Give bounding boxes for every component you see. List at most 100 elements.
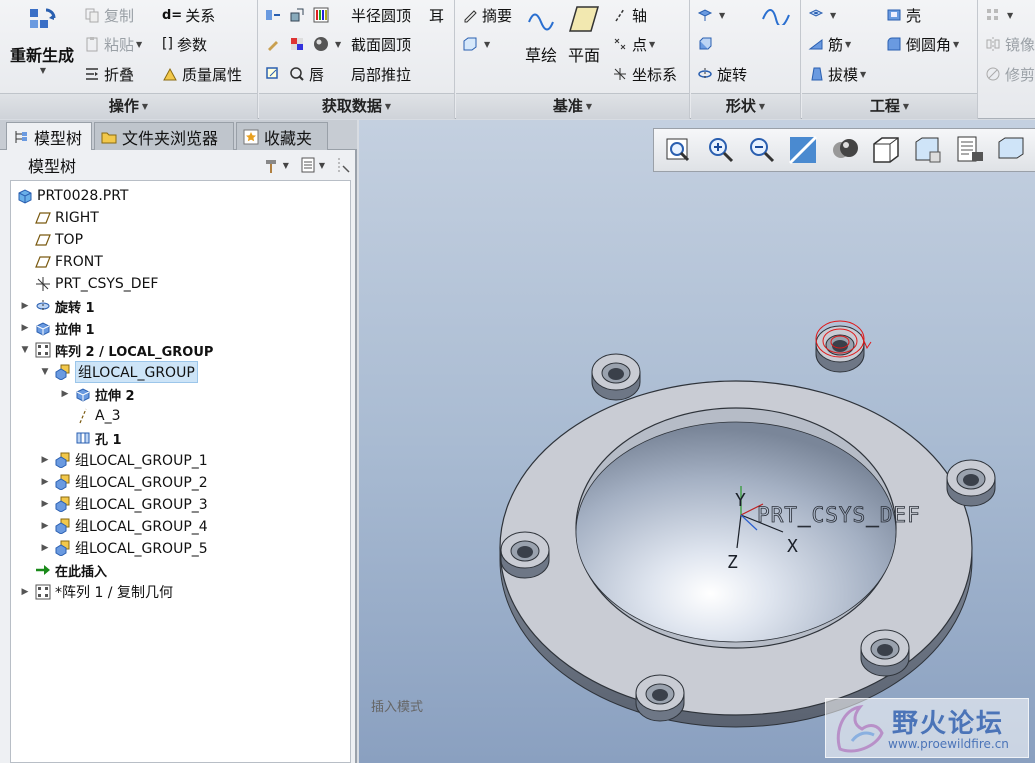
tree-item[interactable]: ▶ 组LOCAL_GROUP_3	[39, 493, 208, 515]
tree-item[interactable]: ▶ *阵列 1 / 复制几何	[19, 581, 173, 603]
tree-expander-icon[interactable]: ▼	[19, 345, 31, 355]
revolve-button[interactable]: 旋转	[697, 62, 747, 86]
shell-button[interactable]: 壳	[886, 3, 921, 27]
tree-expander-icon[interactable]: ▶	[59, 389, 71, 399]
tree-item[interactable]: A_3	[59, 405, 120, 427]
tree-expander-icon[interactable]: ▶	[19, 301, 31, 311]
extrude-tool-button[interactable]: ▼	[697, 3, 725, 27]
tab-folder-browser[interactable]: 文件夹浏览器	[94, 122, 234, 150]
section-dome-button[interactable]: 截面圆顶	[351, 32, 411, 56]
axis-button[interactable]: 轴	[612, 3, 647, 27]
summary-button[interactable]: 摘要	[462, 3, 512, 27]
sketch-button[interactable]: 草绘	[524, 4, 558, 66]
tab-favorites[interactable]: 收藏夹	[236, 122, 328, 150]
point-dropdown-icon[interactable]: ▼	[649, 40, 655, 49]
tab-model-tree[interactable]: 模型树	[6, 122, 92, 150]
getdata-tool-5[interactable]	[289, 32, 309, 56]
tree-settings-dropdown-icon[interactable]: ▼	[283, 161, 289, 170]
tree-expander-icon[interactable]: ▶	[19, 587, 31, 597]
datum-box-dropdown-icon[interactable]: ▼	[484, 40, 490, 49]
tree-item[interactable]: ▶ 旋转 1	[19, 295, 95, 317]
tree-expander-icon[interactable]: ▶	[39, 521, 51, 531]
hole-tool-dropdown-icon[interactable]: ▼	[830, 11, 836, 20]
tree-item[interactable]: ▶ 组LOCAL_GROUP_2	[39, 471, 208, 493]
pattern-tool-dropdown-icon[interactable]: ▼	[1007, 11, 1013, 20]
color-palette-icon	[313, 7, 329, 23]
watermark-logo-icon	[836, 705, 884, 753]
group-label-engineering[interactable]: 工程 ▼	[802, 93, 977, 119]
ribbon-group-shape: ▼ 旋转 形状 ▼	[691, 0, 801, 119]
group-label-operations[interactable]: 操作 ▼	[0, 93, 257, 119]
group-label-datum[interactable]: 基准 ▼	[456, 93, 689, 119]
mass-properties-button[interactable]: 质量属性	[162, 62, 242, 86]
getdata-tool-7[interactable]	[265, 62, 285, 86]
tree-filter-button[interactable]	[335, 156, 353, 174]
getdata-tool-6[interactable]: ▼	[313, 32, 341, 56]
tree-item[interactable]: ▶ 组LOCAL_GROUP_5	[39, 537, 208, 559]
getdata-tool-4[interactable]	[265, 32, 285, 56]
tree-item[interactable]: PRT_CSYS_DEF	[19, 273, 158, 295]
paste-button[interactable]: 粘贴 ▼	[84, 32, 142, 56]
tree-item[interactable]: TOP	[19, 229, 83, 251]
rib-button[interactable]: 筋 ▼	[808, 32, 851, 56]
tree-item[interactable]: ▶ 组LOCAL_GROUP_1	[39, 449, 208, 471]
sweep-tool-button[interactable]	[761, 3, 795, 27]
datum-tool-box[interactable]: ▼	[462, 32, 490, 56]
radius-dome-button[interactable]: 半径圆顶	[351, 3, 411, 27]
blend-tool-button[interactable]	[697, 32, 717, 56]
relations-button[interactable]: d= 关系	[162, 3, 215, 27]
group-label-shape[interactable]: 形状 ▼	[691, 93, 800, 119]
plane-button[interactable]: 平面	[564, 4, 604, 66]
tree-item[interactable]: 孔 1	[59, 427, 122, 449]
extrude-tool-dropdown-icon[interactable]: ▼	[719, 11, 725, 20]
lip-button[interactable]: 唇	[289, 62, 324, 86]
mirror-button[interactable]: 镜像	[985, 32, 1035, 56]
tree-item[interactable]: ▶ 拉伸 2	[59, 383, 135, 405]
tree-expander-icon[interactable]: ▶	[39, 543, 51, 553]
round-label: 倒圆角	[906, 35, 952, 54]
round-dropdown-icon[interactable]: ▼	[953, 40, 959, 49]
tab-favorites-label: 收藏夹	[264, 128, 313, 148]
copy-label: 复制	[104, 6, 135, 25]
trim-button[interactable]: 修剪	[985, 62, 1035, 86]
regenerate-dropdown-icon[interactable]: ▼	[40, 66, 46, 75]
tree-show-button[interactable]: ▼	[299, 156, 325, 174]
tree-item[interactable]: PRT0028.PRT	[13, 185, 129, 207]
tree-expander-icon[interactable]: ▶	[39, 499, 51, 509]
paste-dropdown-icon[interactable]: ▼	[136, 40, 142, 49]
tree-item[interactable]: ▶ 组LOCAL_GROUP_4	[39, 515, 208, 537]
regenerate-button[interactable]: 重新生成 ▼	[6, 4, 78, 75]
tree-item[interactable]: RIGHT	[19, 207, 99, 229]
copy-button[interactable]: 复制	[84, 3, 134, 27]
ear-button[interactable]: 耳	[429, 3, 444, 27]
parameters-button[interactable]: [] 参数	[162, 32, 207, 56]
tree-expander-icon[interactable]: ▼	[39, 367, 51, 377]
tree-settings-button[interactable]: ▼	[263, 156, 289, 174]
tree-item[interactable]: ▼ 阵列 2 / LOCAL_GROUP	[19, 339, 213, 361]
draft-dropdown-icon[interactable]: ▼	[860, 70, 866, 79]
tree-expander-icon[interactable]: ▶	[39, 455, 51, 465]
getdata-tool-2[interactable]	[289, 3, 309, 27]
watermark-url: www.proewildfire.cn	[888, 737, 1009, 751]
local-push-button[interactable]: 局部推拉	[351, 62, 411, 86]
point-button[interactable]: 点 ▼	[612, 32, 655, 56]
tree-show-dropdown-icon[interactable]: ▼	[319, 161, 325, 170]
fold-button[interactable]: 折叠	[84, 62, 134, 86]
tree-expander-icon[interactable]: ▶	[39, 477, 51, 487]
tree-item[interactable]: FRONT	[19, 251, 103, 273]
getdata-tool-1[interactable]	[265, 3, 285, 27]
hole-tool-button[interactable]: ▼	[808, 3, 836, 27]
group-label-get-data[interactable]: 获取数据 ▼	[259, 93, 454, 119]
pattern-tool-button[interactable]: ▼	[985, 3, 1013, 27]
tree-expander-icon[interactable]: ▶	[19, 323, 31, 333]
graphics-window[interactable]: Y X Z PRT_CSYS_DEF 插入模式 野火论坛 www.proewil…	[359, 120, 1035, 763]
csys-button[interactable]: 坐标系	[612, 62, 677, 86]
round-button[interactable]: 倒圆角 ▼	[886, 32, 959, 56]
sphere-dropdown-icon[interactable]: ▼	[335, 40, 341, 49]
draft-button[interactable]: 拔模 ▼	[808, 62, 866, 86]
tree-item[interactable]: ▼ 组LOCAL_GROUP	[39, 361, 198, 383]
tree-item[interactable]: ▶ 拉伸 1	[19, 317, 95, 339]
getdata-tool-3[interactable]	[313, 3, 333, 27]
rib-dropdown-icon[interactable]: ▼	[845, 40, 851, 49]
tree-item[interactable]: 在此插入	[19, 559, 107, 581]
